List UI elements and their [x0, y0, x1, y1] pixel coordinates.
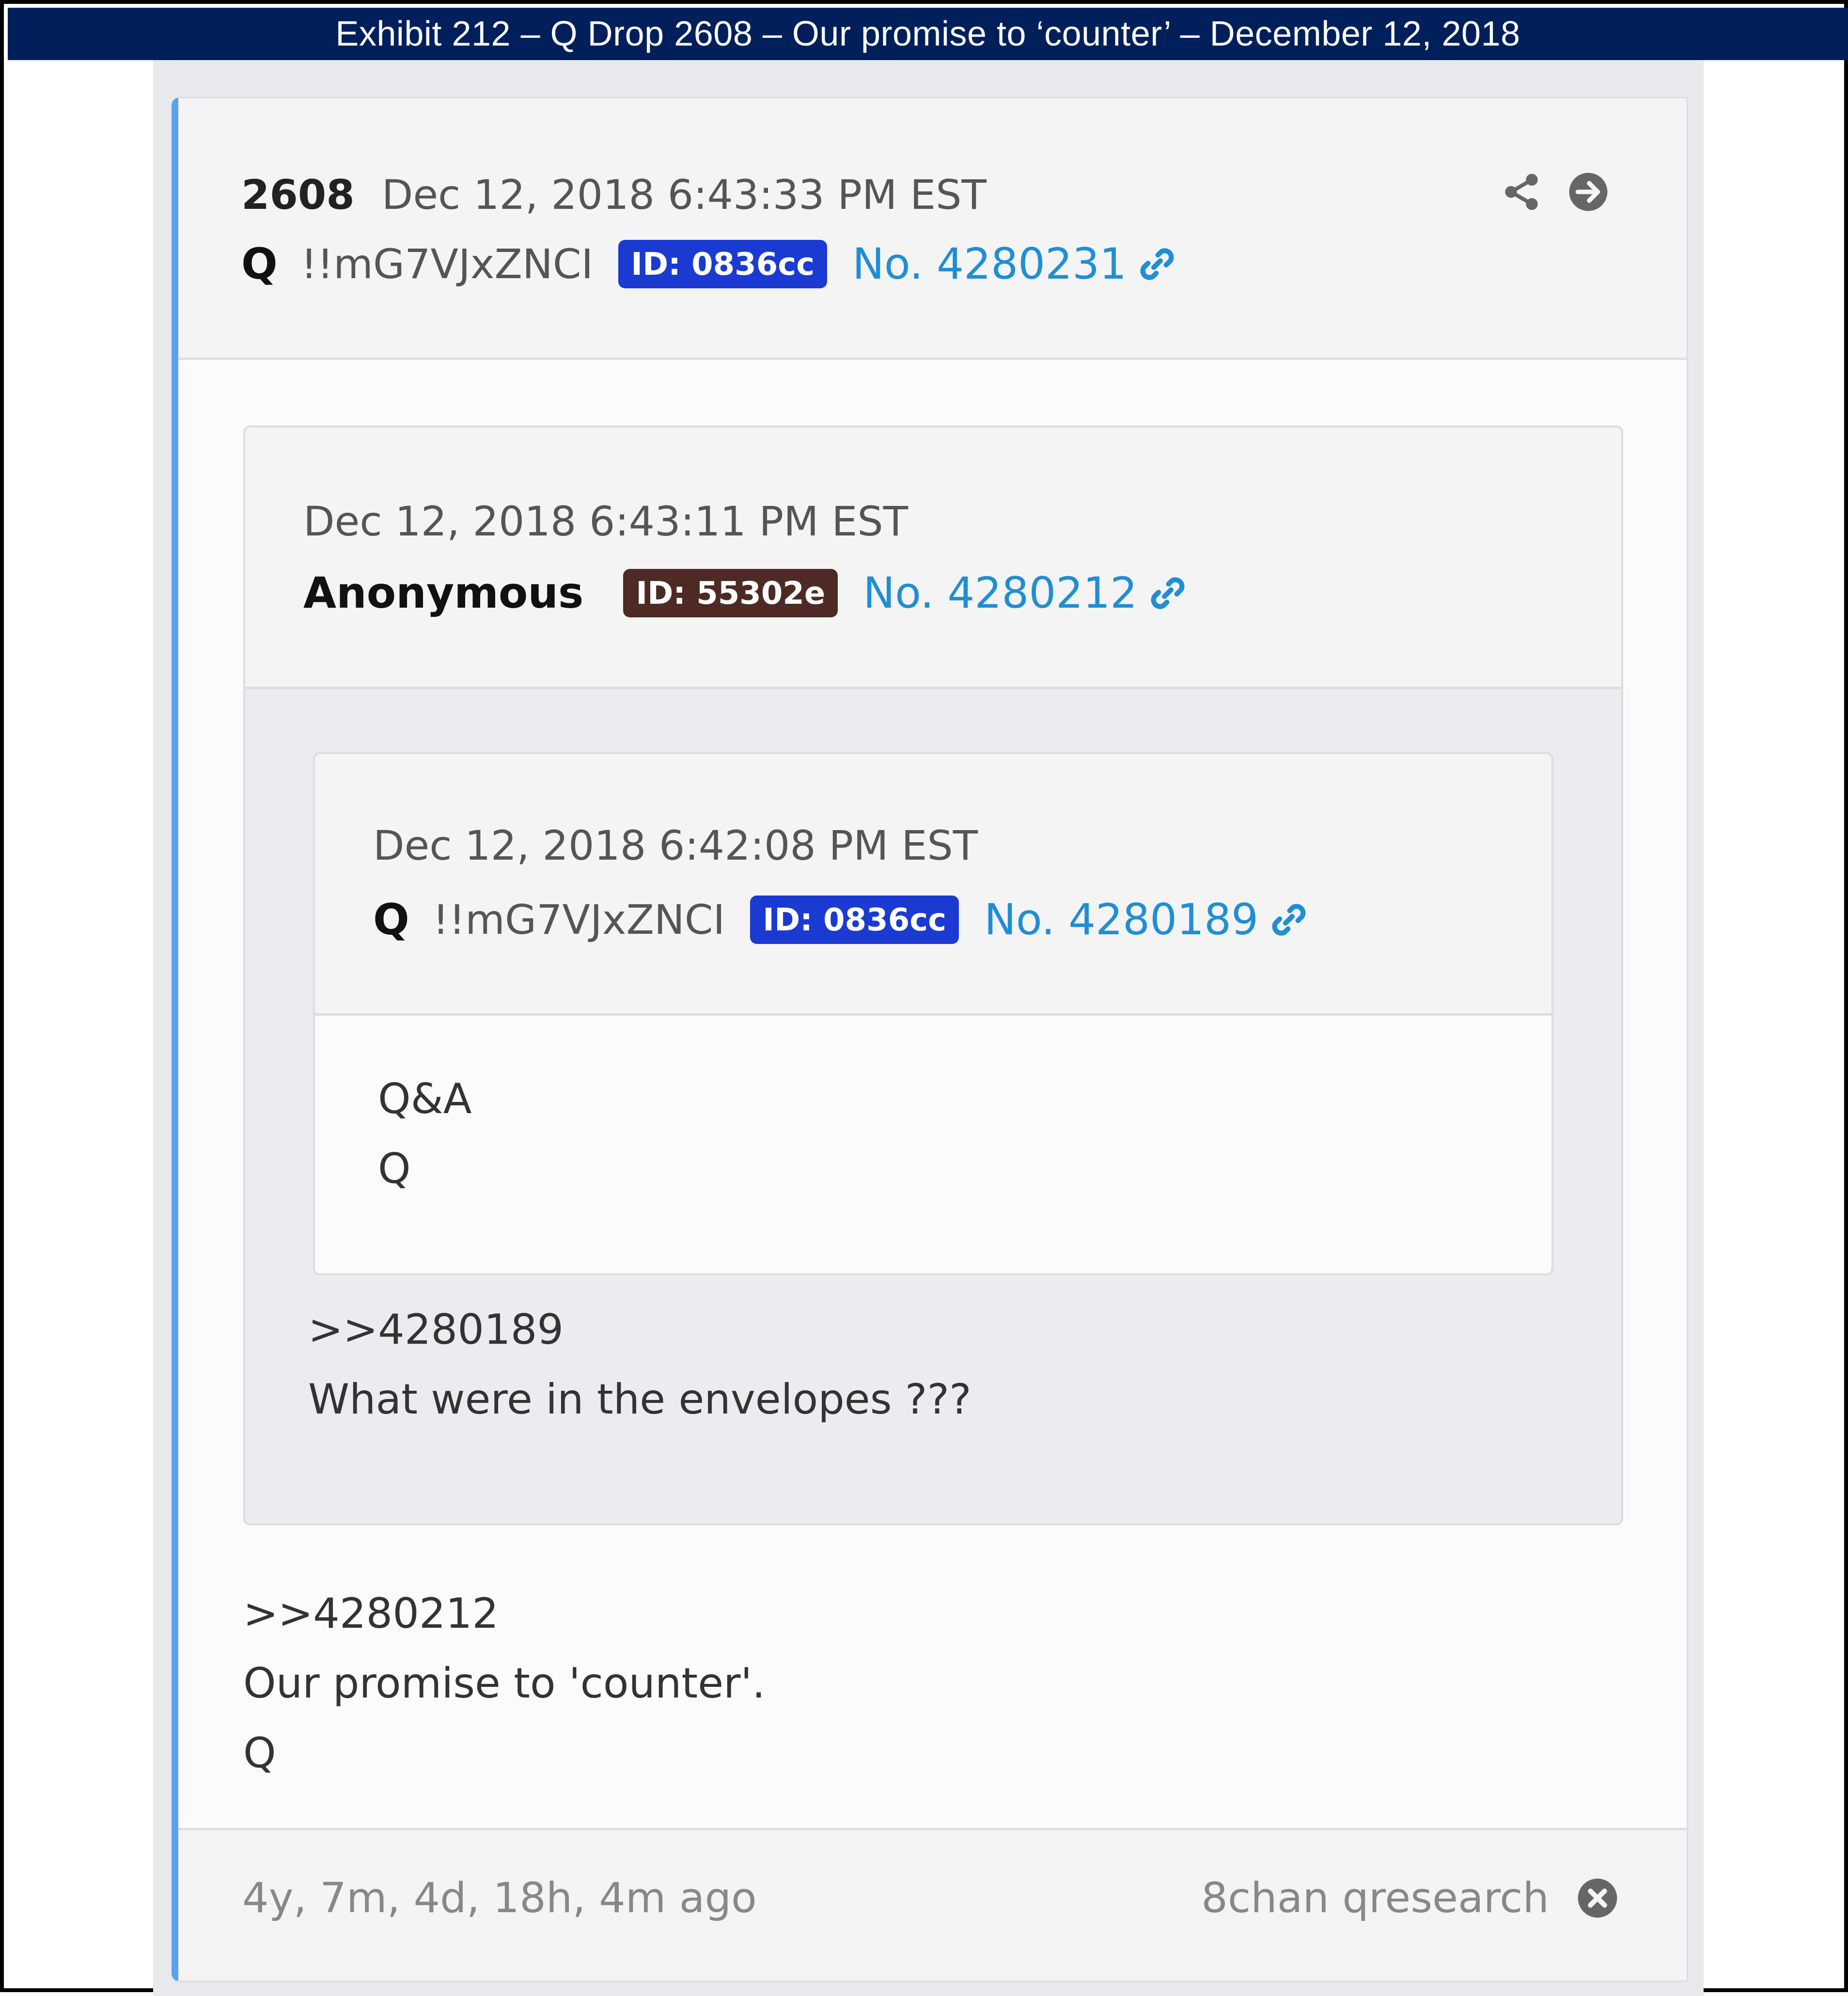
share-icon[interactable] [1501, 171, 1542, 213]
quote2-tripcode: !!mG7VJxZNCI [432, 896, 725, 943]
quote1-meta-row: Dec 12, 2018 6:43:11 PM EST [303, 498, 908, 545]
drop-body: >>4280212 Our promise to 'counter'. Q [243, 1579, 765, 1788]
drop-header-actions [1501, 171, 1609, 213]
drop-body-line: Q [243, 1729, 276, 1777]
quoted-post-anonymous: Dec 12, 2018 6:43:11 PM EST Anonymous ID… [243, 425, 1623, 1525]
drop-number: 2608 [241, 171, 355, 219]
drop-author: Q [241, 239, 278, 289]
drop-id-badge: ID: 0836cc [618, 239, 828, 288]
drop-header: 2608 Dec 12, 2018 6:43:33 PM EST Q !!mG7… [178, 98, 1687, 360]
exhibit-title: Exhibit 212 – Q Drop 2608 – Our promise … [335, 15, 1520, 53]
quote2-body-line: Q [378, 1145, 411, 1193]
drop-tripcode: !!mG7VJxZNCI [300, 240, 594, 288]
quote2-body: Q&A Q [378, 1064, 472, 1204]
quoted-post-anonymous-header: Dec 12, 2018 6:43:11 PM EST Anonymous ID… [245, 427, 1621, 689]
drop-card: 2608 Dec 12, 2018 6:43:33 PM EST Q !!mG7… [172, 97, 1688, 1982]
quote2-post-number-link[interactable]: No. 4280189 [984, 895, 1258, 944]
drop-footer: 4y, 7m, 4d, 18h, 4m ago 8chan qresearch [178, 1828, 1687, 1980]
drop-author-row: Q !!mG7VJxZNCI ID: 0836cc No. 4280231 [241, 239, 1177, 289]
drop-reply-link[interactable]: >>4280212 [243, 1579, 765, 1649]
link-icon[interactable] [1137, 244, 1177, 284]
quote1-body: >>4280189 What were in the envelopes ??? [308, 1295, 971, 1434]
arrow-circle-right-icon[interactable] [1567, 171, 1609, 213]
quote1-id-badge: ID: 55302e [623, 568, 838, 617]
drop-meta-row: 2608 Dec 12, 2018 6:43:33 PM EST [241, 171, 987, 219]
quoted-post-q: Dec 12, 2018 6:42:08 PM EST Q !!mG7VJxZN… [313, 752, 1553, 1275]
close-circle-icon[interactable] [1576, 1877, 1619, 1919]
drop-timestamp: Dec 12, 2018 6:43:33 PM EST [381, 171, 987, 219]
quote1-reply-link[interactable]: >>4280189 [308, 1295, 971, 1365]
quote2-body-line: Q&A [378, 1075, 472, 1123]
quote2-id-badge: ID: 0836cc [750, 895, 959, 944]
quote1-timestamp: Dec 12, 2018 6:43:11 PM EST [303, 498, 908, 545]
link-icon[interactable] [1148, 573, 1188, 613]
quote2-meta-row: Dec 12, 2018 6:42:08 PM EST [373, 822, 978, 869]
quote2-author-row: Q !!mG7VJxZNCI ID: 0836cc No. 4280189 [373, 895, 1309, 944]
quote1-post-number-link[interactable]: No. 4280212 [863, 568, 1137, 618]
source-row: 8chan qresearch [1201, 1874, 1619, 1922]
drop-body-line: Our promise to 'counter'. [243, 1659, 766, 1708]
source-label: 8chan qresearch [1201, 1874, 1549, 1922]
exhibit-banner: Exhibit 212 – Q Drop 2608 – Our promise … [8, 8, 1848, 60]
link-icon[interactable] [1269, 900, 1309, 940]
quote1-author: Anonymous [303, 568, 584, 618]
exhibit-frame: Exhibit 212 – Q Drop 2608 – Our promise … [0, 0, 1848, 1996]
quote2-timestamp: Dec 12, 2018 6:42:08 PM EST [373, 822, 978, 869]
quoted-post-q-header: Dec 12, 2018 6:42:08 PM EST Q !!mG7VJxZN… [315, 754, 1551, 1016]
quote1-body-line: What were in the envelopes ??? [308, 1375, 971, 1424]
quote1-author-row: Anonymous ID: 55302e No. 4280212 [303, 568, 1188, 618]
drop-post-number-link[interactable]: No. 4280231 [852, 239, 1127, 289]
quote2-author: Q [373, 895, 409, 944]
elapsed-time: 4y, 7m, 4d, 18h, 4m ago [242, 1874, 757, 1922]
